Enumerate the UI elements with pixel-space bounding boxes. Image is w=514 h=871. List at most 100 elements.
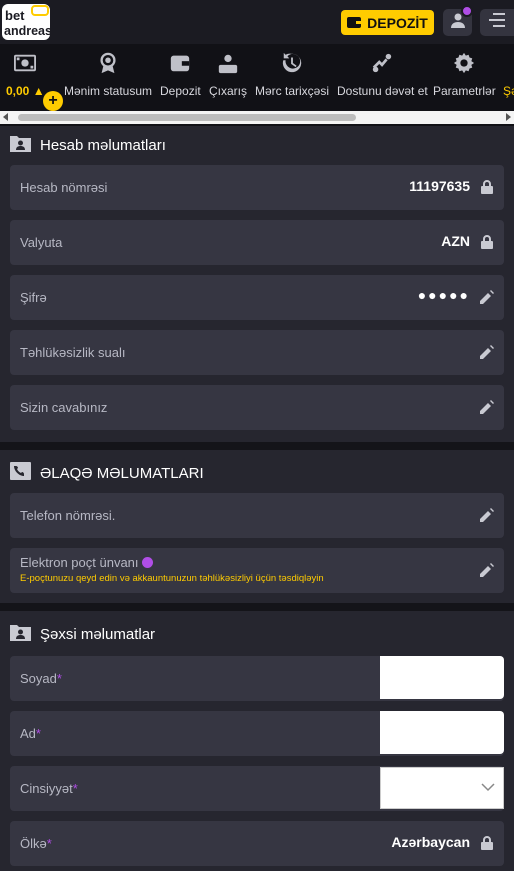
nav-scrollbar[interactable]: [0, 111, 514, 124]
nav-label-withdraw: Çıxarış: [209, 84, 248, 98]
nav-item-deposit[interactable]: Depozit: [160, 50, 201, 98]
folder-user-icon: [10, 623, 31, 645]
phone-book-icon: [10, 462, 31, 484]
name-label: Ad*: [20, 726, 41, 741]
phone-row[interactable]: Telefon nömrəsi.: [10, 493, 504, 538]
personal-section: Şəxsi məlumatlar Soyad* Ad* Cinsiyyət* Ö…: [0, 611, 514, 871]
warning-dot-icon: [141, 557, 153, 568]
invite-icon: [371, 50, 393, 76]
logo-top-text: bet: [5, 8, 25, 23]
scroll-right-icon[interactable]: [506, 113, 511, 121]
nav-item-cut-off[interactable]: Şə: [503, 50, 514, 98]
header: bet andreas DEPOZİT: [0, 0, 514, 44]
nav-label-deposit: Depozit: [160, 84, 201, 98]
personal-section-title: Şəxsi məlumatlar: [10, 623, 155, 645]
currency-row: Valyuta AZN: [10, 220, 504, 265]
account-number-value: 11197635: [409, 178, 470, 194]
account-number-label: Hesab nömrəsi: [20, 180, 108, 195]
profile-button[interactable]: [443, 5, 473, 36]
country-label: Ölkə*: [20, 836, 52, 851]
wallet-icon: [347, 15, 362, 31]
gender-label-text: Cinsiyyət: [20, 781, 73, 796]
country-value: Azərbaycan: [391, 834, 470, 850]
edit-icon[interactable]: [480, 508, 494, 522]
email-row[interactable]: Elektron poçt ünvanı E-poçtunuzu qeyd ed…: [10, 548, 504, 593]
betandreas-logo[interactable]: bet andreas: [2, 4, 52, 40]
nav-item-withdraw[interactable]: Çıxarış: [209, 50, 247, 98]
nav-balance[interactable]: 0,00 ▲: [6, 50, 45, 98]
name-label-text: Ad: [20, 726, 36, 741]
medal-icon: [97, 50, 119, 76]
lock-icon: [480, 235, 494, 249]
account-nav: 0,00 ▲ + Mənim statusum Depozit Çıxarış …: [0, 44, 514, 126]
security-answer-row[interactable]: Sizin cavabınız: [10, 385, 504, 430]
coin-icon: ▲: [32, 84, 45, 98]
security-question-label: Təhlükəsizlik sualı: [20, 345, 126, 360]
lock-icon: [480, 180, 494, 194]
scroll-thumb[interactable]: [18, 114, 356, 121]
edit-icon[interactable]: [480, 290, 494, 304]
required-mark: *: [46, 836, 52, 851]
password-label: Şifrə: [20, 290, 47, 305]
edit-icon[interactable]: [480, 563, 494, 577]
nav-label-status: Mənim statusum: [64, 84, 153, 98]
nav-label-settings: Parametrlər: [433, 84, 496, 98]
nav-label-cut-off: Şə: [503, 84, 514, 98]
section-divider: [0, 603, 514, 611]
required-mark: *: [35, 726, 41, 741]
folder-user-icon: [10, 134, 31, 156]
nav-label-invite-friend: Dostunu dəvət et: [337, 84, 428, 98]
balance-value: 0,00: [6, 84, 30, 98]
contact-title-text: ƏLAQƏ MƏLUMATLARI: [40, 464, 204, 482]
edit-icon[interactable]: [480, 400, 494, 414]
nav-label-bet-history: Mərc tarixçəsi: [255, 84, 330, 98]
nav-item-settings[interactable]: Parametrlər: [433, 50, 496, 98]
email-hint: E-poçtunuzu qeyd edin və akkauntunuzun t…: [20, 573, 324, 584]
surname-input[interactable]: [380, 656, 504, 699]
cash-icon: [14, 50, 37, 76]
deposit-button[interactable]: DEPOZİT: [341, 10, 434, 35]
email-label-text: Elektron poçt ünvanı: [20, 555, 139, 570]
lock-icon: [480, 836, 494, 850]
surname-label-text: Soyad: [20, 671, 57, 686]
withdraw-icon: [217, 50, 239, 76]
security-answer-label: Sizin cavabınız: [20, 400, 108, 415]
gender-row: Cinsiyyət*: [10, 766, 504, 811]
password-row[interactable]: Şifrə ●●●●●: [10, 275, 504, 320]
section-divider: [0, 442, 514, 450]
account-title-text: Hesab məlumatları: [40, 136, 166, 154]
gear-icon: [453, 50, 475, 76]
nav-item-invite-friend[interactable]: Dostunu dəvət et: [337, 50, 428, 98]
surname-row: Soyad*: [10, 656, 504, 701]
required-mark: *: [72, 781, 78, 796]
password-mask: ●●●●●: [417, 287, 470, 303]
gender-select[interactable]: [380, 767, 504, 809]
wallet-icon: [169, 50, 191, 76]
nav-item-status[interactable]: Mənim statusum: [64, 50, 152, 98]
nav-item-bet-history[interactable]: Mərc tarixçəsi: [255, 50, 329, 98]
logo-bottom-text: andreas: [4, 24, 50, 38]
add-funds-icon[interactable]: +: [43, 91, 63, 111]
account-number-row: Hesab nömrəsi 11197635: [10, 165, 504, 210]
account-section: Hesab məlumatları Hesab nömrəsi 11197635…: [0, 126, 514, 442]
hamburger-icon: [489, 13, 505, 32]
scroll-left-icon[interactable]: [3, 113, 8, 121]
contact-section: ƏLAQƏ MƏLUMATLARI Telefon nömrəsi. Elekt…: [0, 450, 514, 603]
email-label: Elektron poçt ünvanı: [20, 555, 153, 570]
account-section-title: Hesab məlumatları: [10, 134, 166, 156]
contact-section-title: ƏLAQƏ MƏLUMATLARI: [10, 462, 204, 484]
country-label-text: Ölkə: [20, 836, 47, 851]
menu-button[interactable]: [480, 9, 514, 36]
personal-title-text: Şəxsi məlumatlar: [40, 625, 156, 643]
history-icon: [281, 50, 303, 76]
name-row: Ad*: [10, 711, 504, 756]
surname-label: Soyad*: [20, 671, 62, 686]
edit-icon[interactable]: [480, 345, 494, 359]
security-question-row[interactable]: Təhlükəsizlik sualı: [10, 330, 504, 375]
currency-value: AZN: [441, 233, 470, 249]
currency-label: Valyuta: [20, 235, 63, 250]
deposit-button-label: DEPOZİT: [367, 14, 428, 31]
notification-badge: [461, 5, 473, 17]
gender-label: Cinsiyyət*: [20, 781, 78, 796]
name-input[interactable]: [380, 711, 504, 754]
